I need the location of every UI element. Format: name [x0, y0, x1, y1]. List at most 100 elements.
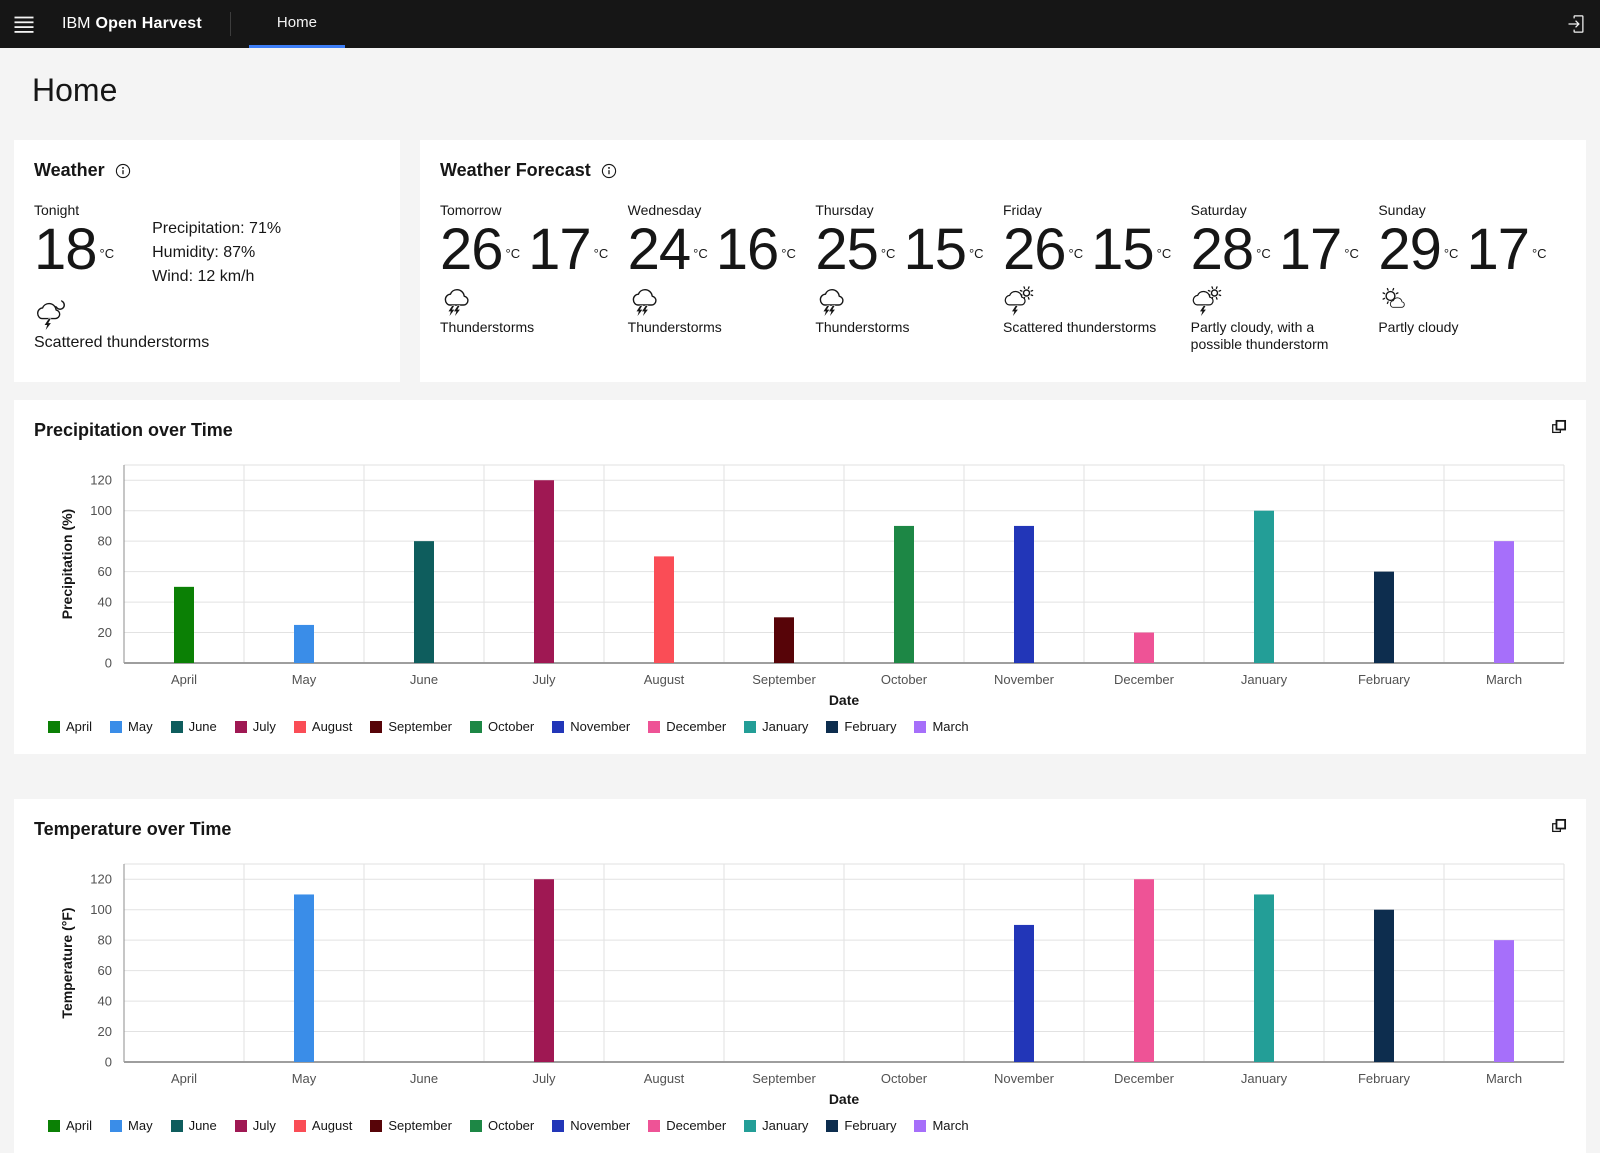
weather-card-title: Weather — [34, 160, 105, 181]
page-body: Home Weather Tonight — [0, 70, 1600, 1153]
temperature-unit: °C — [781, 223, 796, 285]
y-axis-title: Precipitation (%) — [59, 509, 75, 619]
bar-november[interactable] — [1014, 925, 1034, 1062]
legend-label: September — [388, 719, 452, 734]
legend-item-august[interactable]: August — [294, 1118, 352, 1133]
legend-label: September — [388, 1118, 452, 1133]
menu-button[interactable] — [0, 0, 48, 48]
bar-november[interactable] — [1014, 526, 1034, 663]
bar-june[interactable] — [414, 541, 434, 663]
legend-item-september[interactable]: September — [370, 719, 452, 734]
temperature-unit: °C — [1256, 223, 1271, 285]
bar-october[interactable] — [894, 526, 914, 663]
bar-may[interactable] — [294, 894, 314, 1062]
forecast-high-temp: 26°C — [1003, 219, 1083, 285]
legend-swatch — [171, 721, 183, 733]
legend-label: October — [488, 1118, 534, 1133]
legend-item-july[interactable]: July — [235, 719, 276, 734]
legend-item-january[interactable]: January — [744, 1118, 808, 1133]
tonight-temp-block: Tonight 18 °C — [34, 201, 114, 289]
forecast-info-button[interactable] — [601, 163, 617, 179]
expand-temperature-chart-button[interactable] — [1548, 815, 1570, 837]
legend-item-december[interactable]: December — [648, 719, 726, 734]
x-tick-label: December — [1114, 672, 1175, 687]
legend-item-june[interactable]: June — [171, 1118, 217, 1133]
legend-item-october[interactable]: October — [470, 719, 534, 734]
x-tick-label: October — [881, 672, 928, 687]
legend-item-april[interactable]: April — [48, 1118, 92, 1133]
forecast-temps: 28°C17°C — [1191, 219, 1379, 285]
nav-tabs: Home — [249, 0, 345, 48]
x-tick-label: May — [292, 1071, 317, 1086]
legend-item-december[interactable]: December — [648, 1118, 726, 1133]
legend-item-may[interactable]: May — [110, 1118, 153, 1133]
weather-card: Weather Tonight 18 °C — [14, 140, 400, 382]
tab-home[interactable]: Home — [249, 0, 345, 48]
legend-item-february[interactable]: February — [826, 719, 896, 734]
bar-september[interactable] — [774, 617, 794, 663]
x-tick-label: June — [410, 672, 438, 687]
bar-march[interactable] — [1494, 541, 1514, 663]
legend-label: January — [762, 1118, 808, 1133]
legend-label: January — [762, 719, 808, 734]
legend-item-october[interactable]: October — [470, 1118, 534, 1133]
bar-december[interactable] — [1134, 879, 1154, 1062]
bar-february[interactable] — [1374, 910, 1394, 1062]
legend-label: December — [666, 719, 726, 734]
info-icon — [601, 163, 617, 179]
bar-march[interactable] — [1494, 940, 1514, 1062]
legend-item-march[interactable]: March — [914, 719, 968, 734]
bar-january[interactable] — [1254, 511, 1274, 663]
legend-item-january[interactable]: January — [744, 719, 808, 734]
x-tick-label: November — [994, 672, 1055, 687]
legend-label: July — [253, 1118, 276, 1133]
weather-info-button[interactable] — [115, 163, 131, 179]
legend-swatch — [914, 721, 926, 733]
bar-december[interactable] — [1134, 633, 1154, 663]
legend-item-july[interactable]: July — [235, 1118, 276, 1133]
x-tick-label: December — [1114, 1071, 1175, 1086]
bar-july[interactable] — [534, 480, 554, 663]
legend-item-may[interactable]: May — [110, 719, 153, 734]
bar-february[interactable] — [1374, 572, 1394, 663]
legend-swatch — [48, 1120, 60, 1132]
forecast-condition: Thunderstorms — [628, 319, 800, 336]
bar-august[interactable] — [654, 556, 674, 663]
legend-item-february[interactable]: February — [826, 1118, 896, 1133]
forecast-condition: Thunderstorms — [815, 319, 987, 336]
legend-swatch — [744, 721, 756, 733]
legend-item-august[interactable]: August — [294, 719, 352, 734]
y-axis-title: Temperature (°F) — [59, 907, 75, 1018]
legend-item-march[interactable]: March — [914, 1118, 968, 1133]
forecast-low-temp: 17°C — [528, 219, 608, 285]
legend-item-november[interactable]: November — [552, 719, 630, 734]
legend-item-june[interactable]: June — [171, 719, 217, 734]
bar-july[interactable] — [534, 879, 554, 1062]
y-tick-label: 40 — [98, 994, 112, 1009]
legend-label: December — [666, 1118, 726, 1133]
thunderstorms-icon — [628, 285, 816, 317]
temperature-unit: °C — [1444, 223, 1459, 285]
current-condition: Scattered thunderstorms — [34, 297, 380, 353]
expand-precipitation-chart-button[interactable] — [1548, 416, 1570, 438]
bar-january[interactable] — [1254, 894, 1274, 1062]
legend-swatch — [110, 1120, 122, 1132]
legend-item-april[interactable]: April — [48, 719, 92, 734]
x-tick-label: August — [644, 672, 685, 687]
y-tick-label: 20 — [98, 1024, 112, 1039]
x-tick-label: March — [1486, 1071, 1522, 1086]
legend-label: October — [488, 719, 534, 734]
legend-swatch — [294, 721, 306, 733]
forecast-temps: 26°C15°C — [1003, 219, 1191, 285]
legend-item-november[interactable]: November — [552, 1118, 630, 1133]
forecast-temps: 26°C17°C — [440, 219, 628, 285]
login-button[interactable] — [1552, 0, 1600, 48]
forecast-condition: Partly cloudy, with a possible thunderst… — [1191, 319, 1363, 353]
y-tick-label: 0 — [105, 1055, 112, 1070]
legend-swatch — [648, 1120, 660, 1132]
legend-label: April — [66, 1118, 92, 1133]
forecast-low-temp: 15°C — [1091, 219, 1171, 285]
bar-april[interactable] — [174, 587, 194, 663]
legend-item-september[interactable]: September — [370, 1118, 452, 1133]
bar-may[interactable] — [294, 625, 314, 663]
